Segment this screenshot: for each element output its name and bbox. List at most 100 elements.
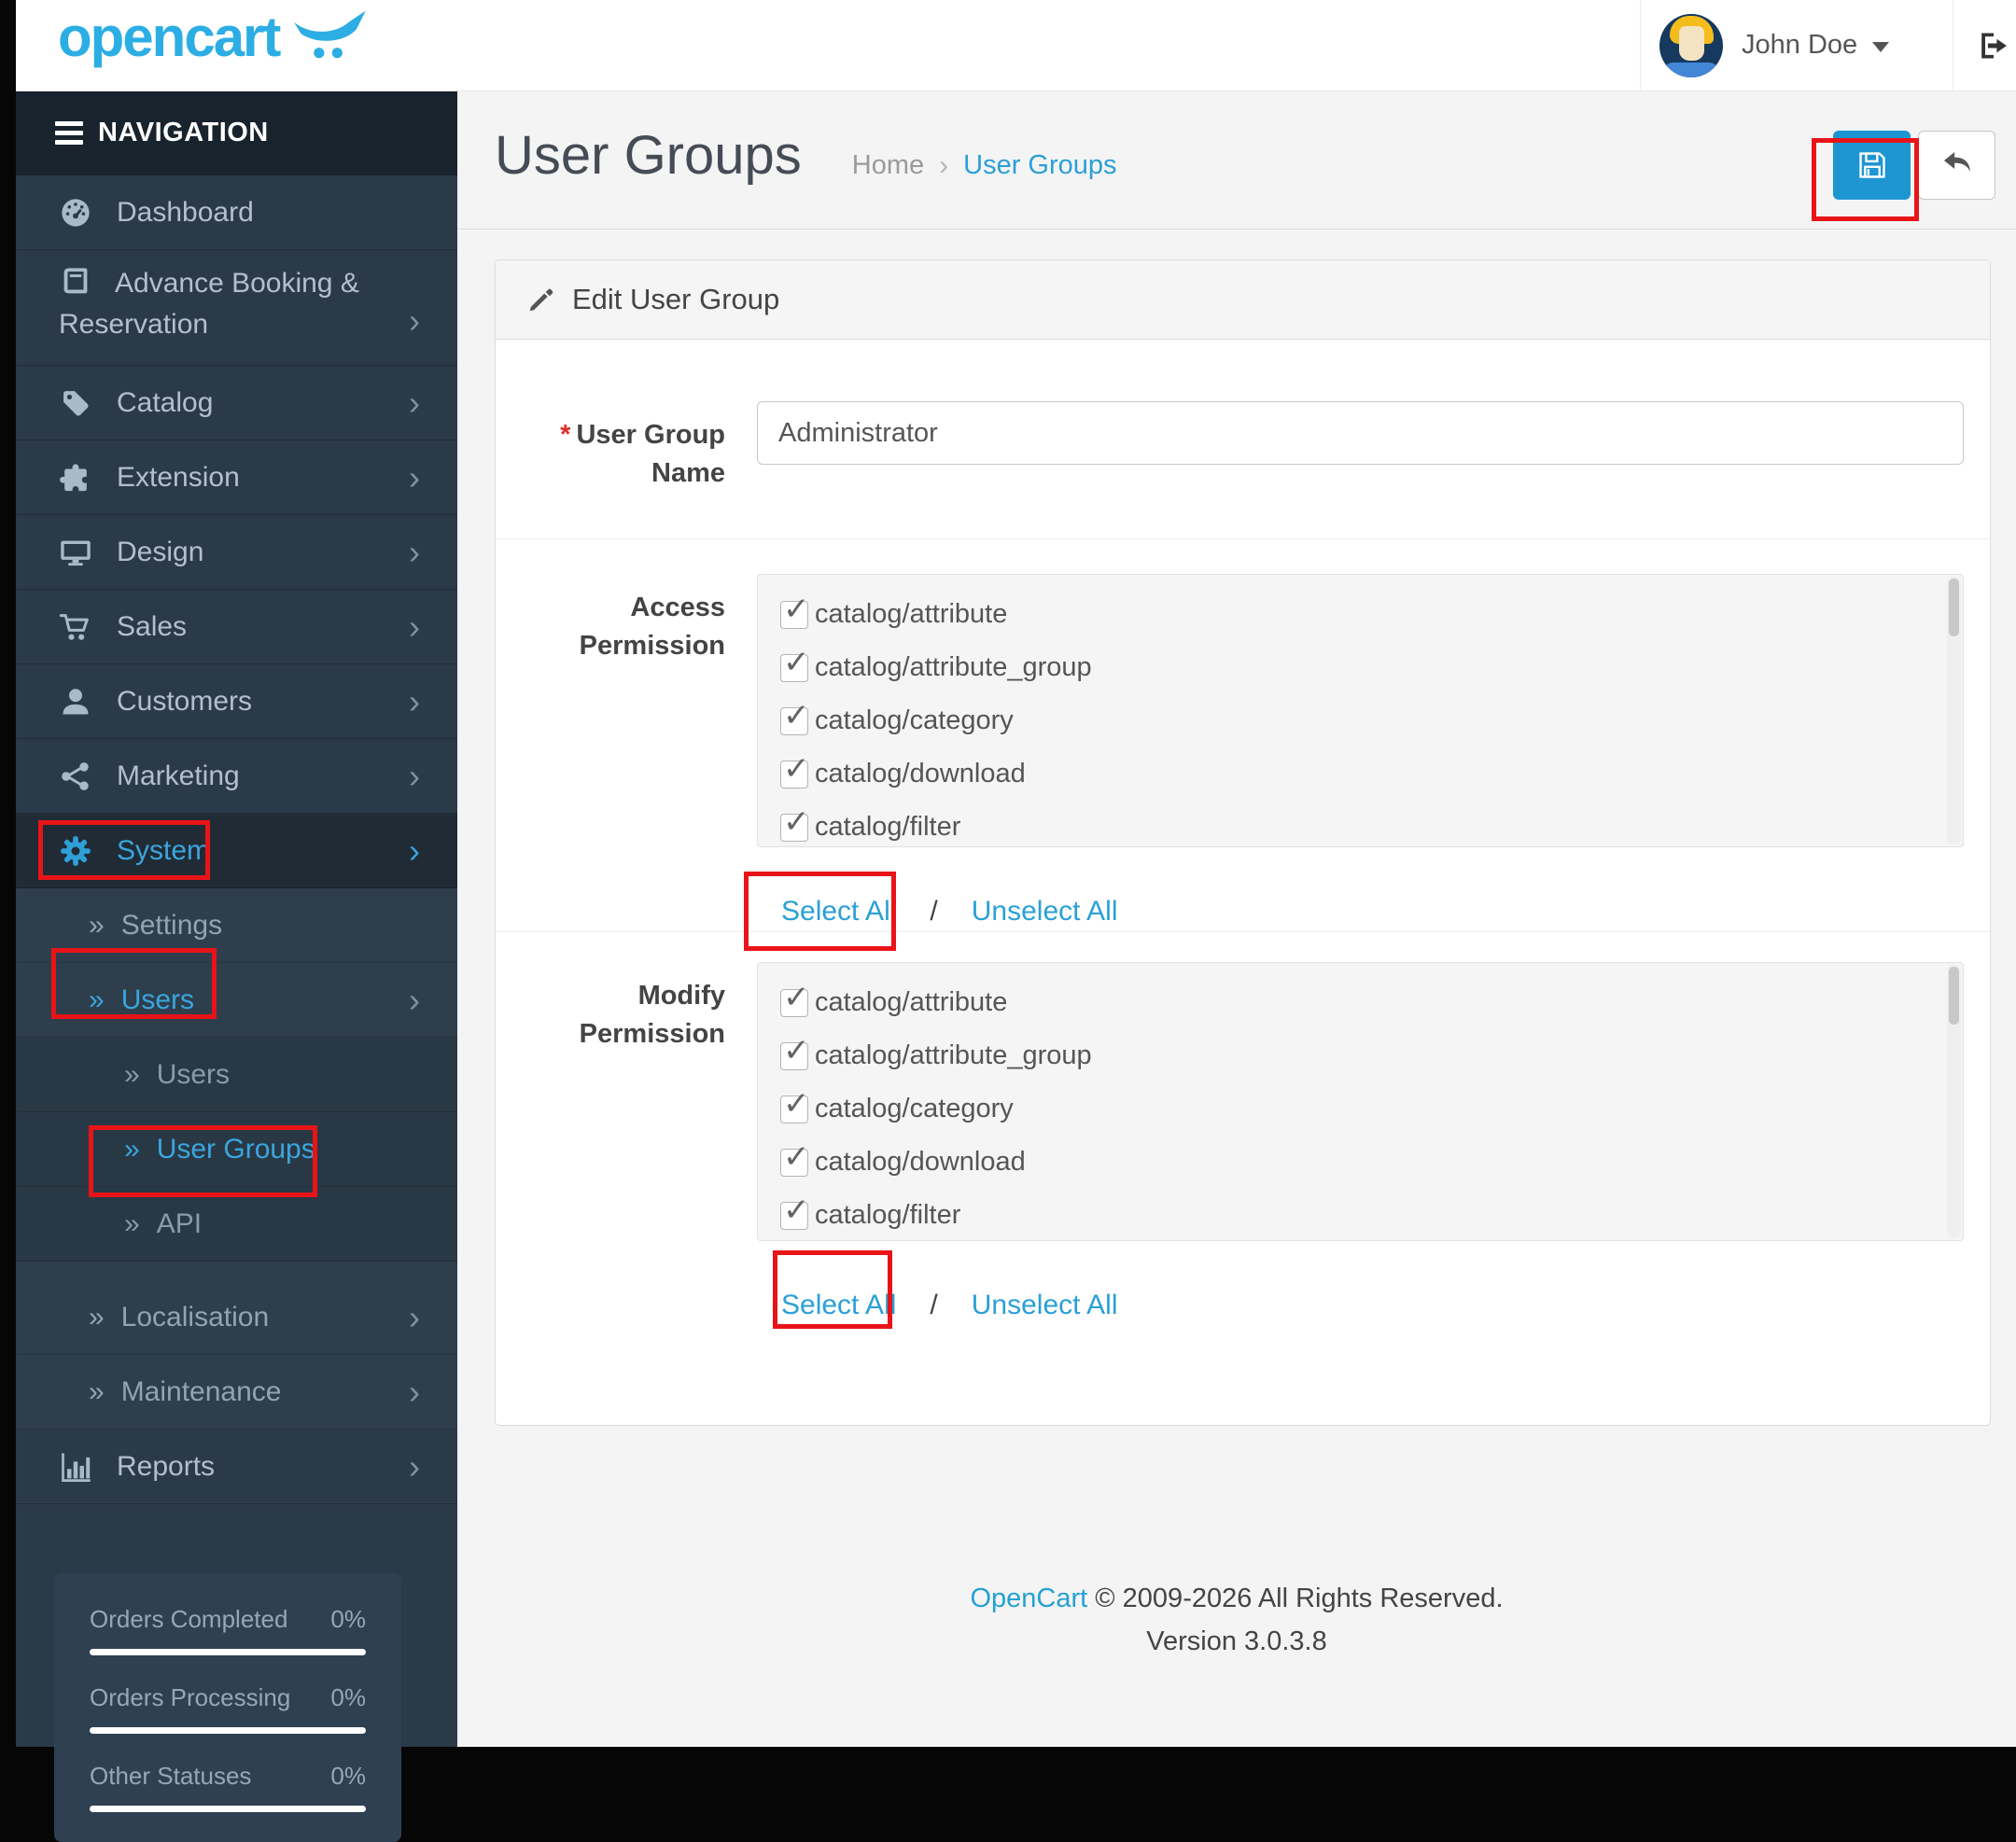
sidebar-item-design[interactable]: Design: [16, 515, 457, 590]
page-header: User Groups Home User Groups: [457, 91, 2016, 230]
field-label: * User Group Name: [560, 420, 725, 488]
sidebar-nav-header[interactable]: NAVIGATION: [16, 91, 457, 175]
breadcrumb: Home User Groups: [852, 150, 1117, 182]
cart-icon: [59, 613, 89, 640]
permission-item[interactable]: catalog/attribute: [780, 976, 1963, 1029]
sidebar-navigation: NAVIGATION Dashboard Advance Booking & R…: [16, 91, 457, 1842]
sidebar-item-reports[interactable]: Reports: [16, 1430, 457, 1504]
stat-label: Orders Processing: [90, 1683, 291, 1711]
sidebar-item-maintenance[interactable]: Maintenance: [16, 1355, 457, 1430]
double-angle-icon: [124, 1059, 140, 1091]
edit-user-group-panel: Edit User Group *User Group Name Access …: [495, 259, 1991, 1426]
top-header: opencart John Doe: [16, 0, 2016, 91]
sidebar-item-extension[interactable]: Extension: [16, 440, 457, 515]
hamburger-icon: [55, 121, 83, 145]
scrollbar-track[interactable]: [1947, 577, 1961, 845]
chevron-right-icon: [409, 984, 420, 1017]
sidebar-item-dashboard[interactable]: Dashboard: [16, 175, 457, 250]
permission-item[interactable]: catalog/filter: [780, 801, 1963, 846]
separator-text: /: [930, 896, 938, 928]
logout-button[interactable]: [1953, 0, 2016, 91]
checkbox-checked[interactable]: [780, 750, 810, 788]
sidebar-item-users[interactable]: Users: [16, 1038, 457, 1112]
modify-select-all-link[interactable]: Select All: [781, 1290, 896, 1320]
sidebar-item-user-groups[interactable]: User Groups: [16, 1112, 457, 1197]
scrollbar-thumb[interactable]: [1949, 967, 1959, 1026]
sidebar-item-advance-booking[interactable]: Advance Booking & Reservation: [16, 250, 457, 366]
user-group-name-input[interactable]: [757, 401, 1964, 465]
permission-item[interactable]: catalog/attribute_group: [780, 641, 1963, 694]
page-title: User Groups: [495, 125, 802, 186]
access-select-all-link[interactable]: Select All: [781, 896, 896, 927]
modify-unselect-all-link[interactable]: Unselect All: [972, 1290, 1118, 1321]
opencart-link[interactable]: OpenCart: [970, 1584, 1087, 1613]
modify-permission-list[interactable]: catalog/attribute catalog/attribute_grou…: [757, 962, 1964, 1242]
stat-label: Other Statuses: [90, 1762, 252, 1790]
double-angle-icon: [89, 1302, 105, 1333]
double-angle-icon: [89, 984, 105, 1016]
double-angle-icon: [124, 1134, 140, 1165]
breadcrumb-current[interactable]: User Groups: [963, 150, 1116, 181]
copyright-text: © 2009-2026 All Rights Reserved.: [1095, 1584, 1504, 1613]
checkbox-checked[interactable]: [780, 697, 810, 735]
progress-bar: [90, 1727, 366, 1734]
bar-chart-icon: [62, 1452, 91, 1482]
sidebar-item-system[interactable]: System: [16, 814, 457, 888]
access-unselect-all-link[interactable]: Unselect All: [972, 896, 1118, 928]
chevron-right-icon: [409, 1301, 420, 1334]
permission-item[interactable]: catalog/attribute: [780, 588, 1963, 641]
back-button[interactable]: [1918, 131, 1995, 200]
checkbox-checked[interactable]: [780, 1138, 810, 1177]
checkbox-checked[interactable]: [780, 591, 810, 629]
chevron-right-icon: [409, 610, 420, 644]
opencart-logo[interactable]: opencart: [58, 9, 371, 65]
stat-label: Orders Completed: [90, 1605, 288, 1633]
footer: OpenCart © 2009-2026 All Rights Reserved…: [457, 1577, 2016, 1663]
double-angle-icon: [89, 1376, 105, 1408]
permission-item[interactable]: catalog/download: [780, 747, 1963, 801]
access-permission-list[interactable]: catalog/attribute catalog/attribute_grou…: [757, 574, 1964, 848]
avatar-shirt: [1662, 62, 1720, 77]
sidebar-item-settings[interactable]: Settings: [16, 888, 457, 963]
monitor-icon: [61, 540, 91, 565]
cart-swoosh-icon: [294, 10, 367, 59]
chevron-right-icon: [409, 304, 420, 338]
scrollbar-track[interactable]: [1947, 965, 1961, 1239]
checkbox-checked[interactable]: [780, 979, 810, 1017]
panel-heading-text: Edit User Group: [572, 283, 780, 315]
book-icon: [63, 268, 88, 294]
permission-item[interactable]: catalog/filter: [780, 1189, 1963, 1240]
checkbox-checked[interactable]: [780, 803, 810, 842]
double-angle-icon: [89, 910, 105, 942]
sidebar-item-localisation[interactable]: Localisation: [16, 1280, 457, 1355]
checkbox-checked[interactable]: [780, 1192, 810, 1230]
version-text: Version 3.0.3.8: [1146, 1626, 1327, 1656]
checkbox-checked[interactable]: [780, 1085, 810, 1123]
scrollbar-thumb[interactable]: [1949, 579, 1959, 637]
permission-item[interactable]: catalog/category: [780, 1082, 1963, 1136]
sidebar-item-marketing[interactable]: Marketing: [16, 739, 457, 814]
save-button[interactable]: [1833, 131, 1911, 200]
permission-item[interactable]: catalog/attribute_group: [780, 1029, 1963, 1082]
breadcrumb-home[interactable]: Home: [852, 150, 924, 181]
stat-orders-processing: Orders Processing 0%: [90, 1683, 366, 1734]
stat-value: 0%: [330, 1762, 366, 1790]
chevron-right-icon: [409, 1450, 420, 1484]
avatar-face: [1679, 25, 1704, 61]
permission-item[interactable]: catalog/download: [780, 1136, 1963, 1189]
progress-bar: [90, 1806, 366, 1812]
sidebar-item-sales[interactable]: Sales: [16, 590, 457, 664]
sidebar-item-catalog[interactable]: Catalog: [16, 366, 457, 440]
user-menu[interactable]: John Doe: [1640, 0, 1953, 91]
chevron-right-icon: [409, 834, 420, 868]
chevron-right-icon: [409, 1375, 420, 1409]
permission-item[interactable]: catalog/category: [780, 694, 1963, 747]
sidebar-item-customers[interactable]: Customers: [16, 664, 457, 739]
submenu-spacer: [16, 1262, 457, 1280]
chevron-right-icon: [409, 685, 420, 719]
sidebar-item-api[interactable]: API: [16, 1187, 457, 1262]
checkbox-checked[interactable]: [780, 1032, 810, 1070]
sidebar-item-users-group[interactable]: Users: [16, 948, 457, 1038]
gear-icon: [61, 835, 91, 866]
checkbox-checked[interactable]: [780, 644, 810, 682]
